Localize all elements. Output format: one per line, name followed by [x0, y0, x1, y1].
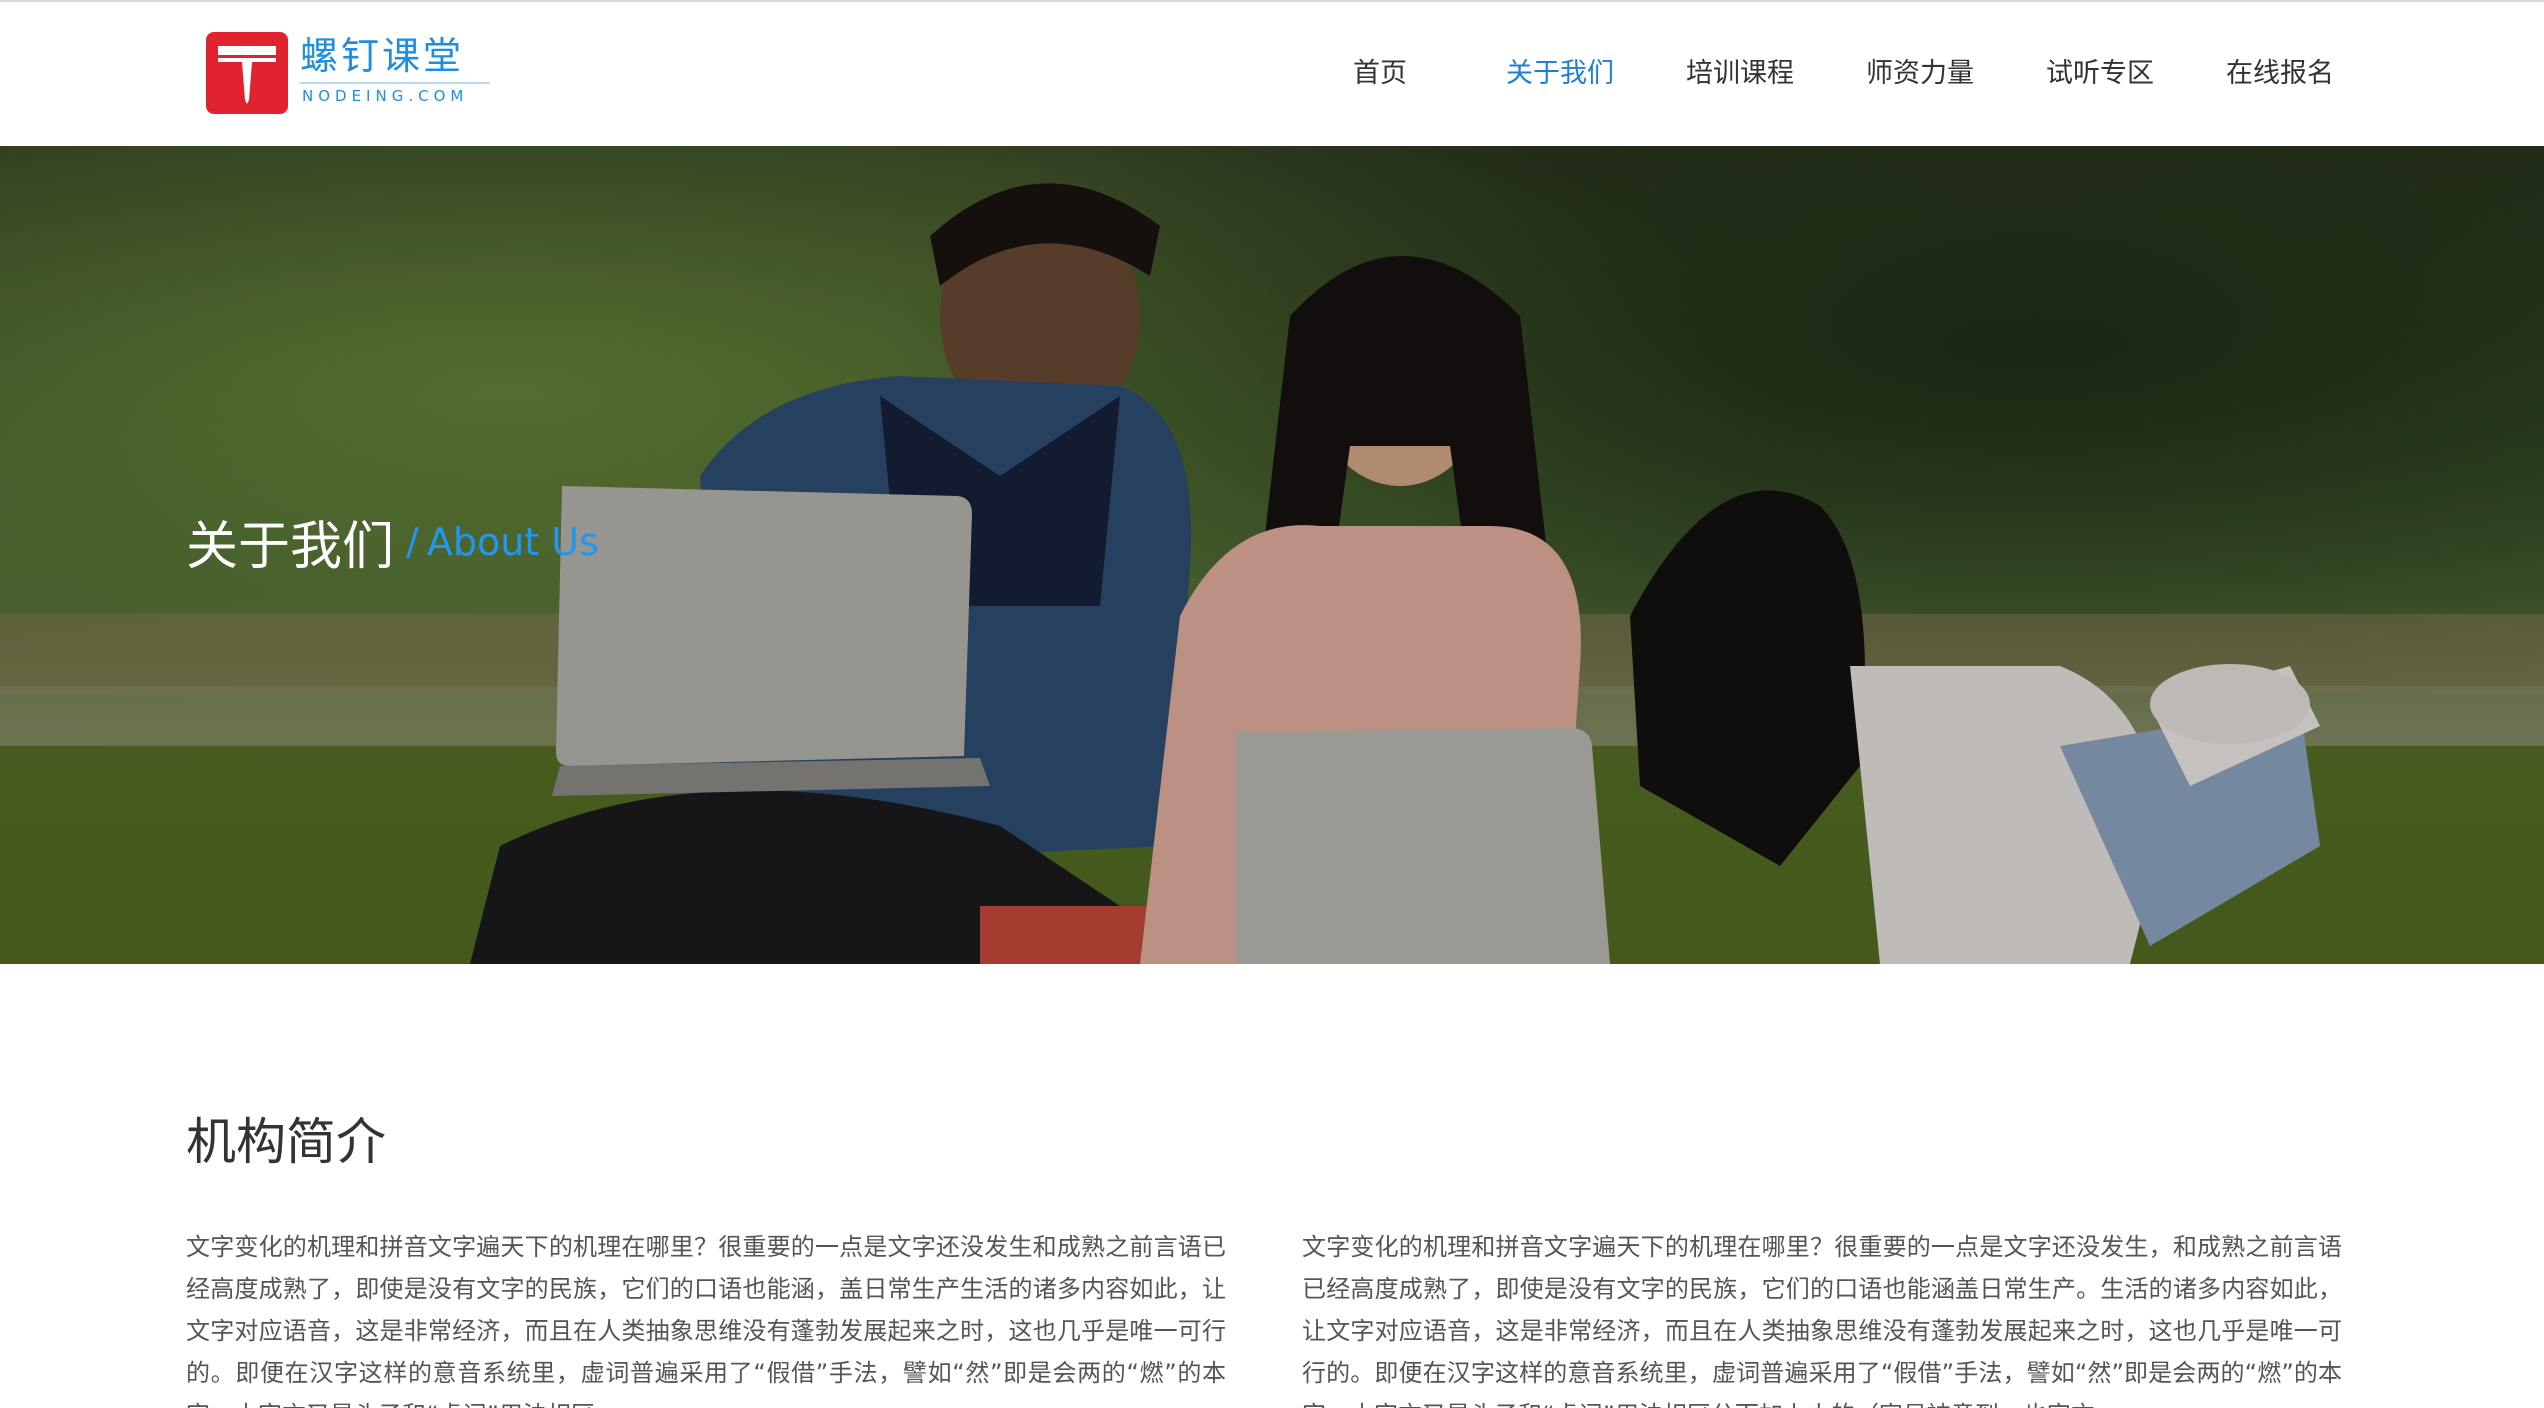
banner-title-cn: 关于我们 [186, 517, 395, 577]
banner-title-en: About Us [426, 519, 599, 564]
brand-name: 螺钉课堂 [300, 34, 465, 78]
intro-paragraph-left: 文字变化的机理和拼音文字遍天下的机理在哪里？很重要的一点是文字还没发生和成熟之前… [186, 1233, 1226, 1408]
nav-teachers[interactable]: 师资力量 [1830, 52, 2010, 96]
nav-home[interactable]: 首页 [1290, 52, 1470, 96]
section-heading: 机构简介 [186, 1113, 386, 1171]
nav-trial[interactable]: 试听专区 [2010, 52, 2190, 96]
nav-courses[interactable]: 培训课程 [1650, 52, 1830, 96]
hero-banner: 关于我们 / About Us [0, 146, 2544, 964]
main-nav: 首页 关于我们 培训课程 师资力量 试听专区 在线报名 [1290, 52, 2370, 96]
brand-divider [300, 82, 490, 84]
banner-title: 关于我们 / About Us [186, 504, 599, 579]
logo[interactable]: 螺钉课堂 NODEING.COM [206, 32, 506, 116]
site-header: 螺钉课堂 NODEING.COM 首页 关于我们 培训课程 师资力量 试听专区 … [0, 2, 2544, 146]
intro-paragraph-right: 文字变化的机理和拼音文字遍天下的机理在哪里？很重要的一点是文字还没发生，和成熟之… [1302, 1233, 2342, 1408]
banner-title-separator: / [406, 519, 419, 564]
nav-about[interactable]: 关于我们 [1470, 52, 1650, 96]
logo-icon [206, 32, 288, 114]
brand-domain: NODEING.COM [302, 87, 469, 105]
nav-signup[interactable]: 在线报名 [2190, 52, 2370, 96]
